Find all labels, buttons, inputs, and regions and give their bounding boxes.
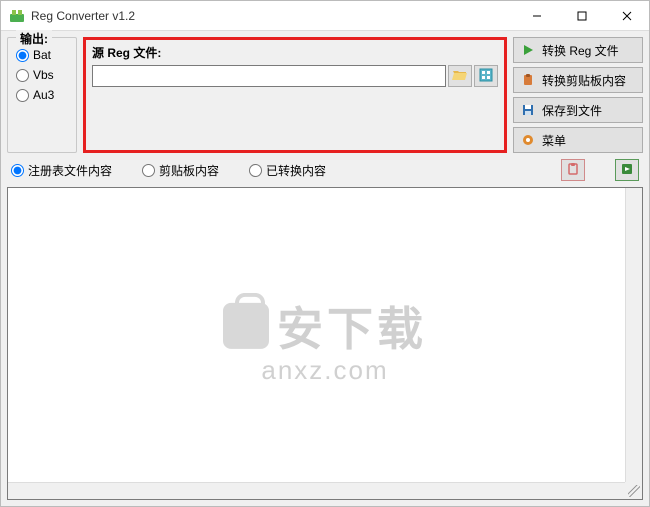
gear-icon	[520, 132, 536, 148]
radio-bat[interactable]	[16, 49, 29, 62]
source-file-input[interactable]	[92, 65, 446, 87]
output-option-vbs[interactable]: Vbs	[16, 68, 68, 82]
radio-clipboard-content[interactable]	[142, 164, 155, 177]
app-window: Reg Converter v1.2 输出: Bat Vbs	[0, 0, 650, 507]
top-row: 输出: Bat Vbs Au3 源 Reg 文件:	[1, 31, 649, 155]
radio-au3[interactable]	[16, 89, 29, 102]
radio-au3-label: Au3	[33, 88, 54, 102]
titlebar: Reg Converter v1.2	[1, 1, 649, 31]
close-button[interactable]	[604, 1, 649, 30]
view-tabs-row: 注册表文件内容 剪贴板内容 已转换内容	[1, 155, 649, 187]
run-icon	[620, 162, 634, 179]
copy-button[interactable]	[561, 159, 585, 181]
source-label: 源 Reg 文件:	[92, 44, 498, 61]
convert-clipboard-label: 转换剪贴板内容	[542, 72, 626, 89]
action-column: 转换 Reg 文件 转换剪贴板内容 保存到文件	[513, 37, 643, 153]
reg-file-button[interactable]	[474, 65, 498, 87]
resize-grip-icon[interactable]	[628, 485, 640, 497]
output-legend: 输出:	[16, 30, 52, 47]
radio-vbs-label: Vbs	[33, 68, 54, 82]
browse-button[interactable]	[448, 65, 472, 87]
window-body: 输出: Bat Vbs Au3 源 Reg 文件:	[1, 31, 649, 506]
maximize-button[interactable]	[559, 1, 604, 30]
folder-open-icon	[452, 68, 468, 85]
vertical-scrollbar[interactable]	[625, 188, 642, 482]
execute-button[interactable]	[615, 159, 639, 181]
radio-vbs[interactable]	[16, 69, 29, 82]
reg-icon	[479, 68, 493, 85]
source-section: 源 Reg 文件:	[83, 37, 507, 153]
convert-clipboard-button[interactable]: 转换剪贴板内容	[513, 67, 643, 93]
save-icon	[520, 102, 536, 118]
save-file-label: 保存到文件	[542, 102, 602, 119]
radio-reg-content[interactable]	[11, 164, 24, 177]
radio-bat-label: Bat	[33, 48, 51, 62]
clipboard-icon	[566, 162, 580, 179]
tab-clipboard-content-label: 剪贴板内容	[159, 162, 219, 179]
menu-button[interactable]: 菜单	[513, 127, 643, 153]
convert-reg-button[interactable]: 转换 Reg 文件	[513, 37, 643, 63]
scroll-corner	[625, 482, 642, 499]
output-option-bat[interactable]: Bat	[16, 48, 68, 62]
play-icon	[520, 42, 536, 58]
horizontal-scrollbar[interactable]	[8, 482, 625, 499]
minimize-button[interactable]	[514, 1, 559, 30]
tab-converted-content-label: 已转换内容	[266, 162, 326, 179]
clipboard-convert-icon	[520, 72, 536, 88]
output-group: 输出: Bat Vbs Au3	[7, 37, 77, 153]
source-line	[92, 65, 498, 87]
tab-converted-content[interactable]: 已转换内容	[249, 162, 326, 179]
radio-converted-content[interactable]	[249, 164, 262, 177]
editor-area: 安下载 anxz.com	[7, 187, 643, 500]
output-option-au3[interactable]: Au3	[16, 88, 68, 102]
app-icon	[9, 8, 25, 24]
convert-reg-label: 转换 Reg 文件	[542, 42, 619, 59]
content-textarea[interactable]	[8, 188, 642, 499]
tab-reg-content-label: 注册表文件内容	[28, 162, 112, 179]
tab-clipboard-content[interactable]: 剪贴板内容	[142, 162, 219, 179]
window-title: Reg Converter v1.2	[31, 9, 514, 23]
tab-reg-content[interactable]: 注册表文件内容	[11, 162, 112, 179]
save-file-button[interactable]: 保存到文件	[513, 97, 643, 123]
menu-label: 菜单	[542, 132, 566, 149]
